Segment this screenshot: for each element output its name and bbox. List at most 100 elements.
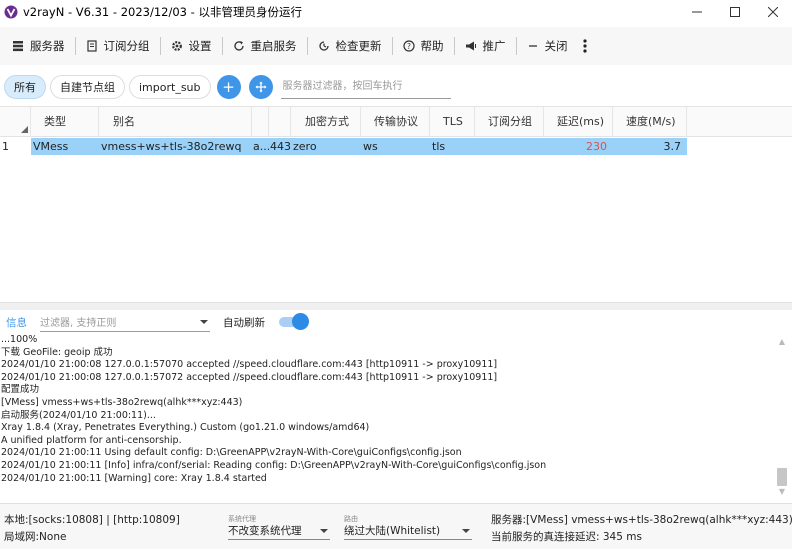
column-header-port[interactable] bbox=[269, 107, 291, 137]
toolbar-divider bbox=[74, 37, 76, 55]
gear-icon bbox=[171, 41, 182, 51]
sysproxy-select[interactable]: 不改变系统代理 bbox=[228, 522, 330, 540]
cell-type[interactable]: VMess bbox=[31, 138, 99, 155]
grid-header: 类型 别名 加密方式 传输协议 TLS 订阅分组 延迟(ms) 速度(M/s) bbox=[0, 107, 792, 137]
chevron-down-icon bbox=[462, 528, 470, 533]
column-header-address[interactable] bbox=[252, 107, 269, 137]
cell-speed[interactable]: 3.7 bbox=[613, 138, 687, 155]
toolbar-divider bbox=[391, 37, 393, 55]
log-line: A unified platform for anti-censorship. bbox=[1, 434, 182, 446]
minimize-icon bbox=[692, 11, 702, 13]
main-toolbar: 服务器 订阅分组 设置 重启服务 检查更新 ? 帮助 推广 关闭 bbox=[0, 27, 792, 65]
server-list-grid: 类型 别名 加密方式 传输协议 TLS 订阅分组 延迟(ms) 速度(M/s) … bbox=[0, 106, 792, 302]
log-toolbar: 信息 过滤器, 支持正则 自动刷新 bbox=[0, 310, 792, 334]
log-line: ...100% bbox=[1, 334, 38, 345]
status-bar: 本地:[socks:10808] | [http:10809] 局域网:None… bbox=[0, 503, 792, 549]
table-row[interactable]: 1 VMess vmess+ws+tls-38o2rewq a... 443 z… bbox=[0, 138, 792, 155]
row-index: 1 bbox=[2, 140, 9, 153]
group-chip-custom[interactable]: 自建节点组 bbox=[50, 75, 125, 99]
svg-text:?: ? bbox=[407, 42, 411, 51]
log-line: 2024/01/10 21:00:11 Using default config… bbox=[1, 447, 462, 459]
log-line: 启动服务(2024/01/10 21:00:11)... bbox=[1, 409, 156, 421]
close-icon bbox=[768, 7, 778, 17]
restart-service-label: 重启服务 bbox=[250, 39, 297, 53]
servers-menu-label: 服务器 bbox=[30, 39, 65, 53]
check-update-label: 检查更新 bbox=[335, 39, 382, 53]
toolbar-divider bbox=[453, 37, 455, 55]
column-header-delay[interactable]: 延迟(ms) bbox=[544, 107, 613, 137]
toggle-knob bbox=[292, 313, 309, 330]
restart-service-button[interactable]: 重启服务 bbox=[225, 31, 305, 61]
move-arrows-icon bbox=[255, 81, 267, 93]
move-group-button[interactable] bbox=[248, 75, 273, 99]
local-ports-status: 本地:[socks:10808] | [http:10809] bbox=[4, 514, 180, 526]
promote-label: 推广 bbox=[482, 39, 506, 53]
grid-corner[interactable] bbox=[0, 107, 31, 137]
more-options-button[interactable] bbox=[576, 31, 594, 61]
current-server-status: 服务器:[VMess] vmess+ws+tls-38o2rewq(alhk**… bbox=[491, 514, 792, 526]
chevron-down-icon bbox=[200, 319, 208, 324]
settings-menu-label: 设置 bbox=[188, 39, 212, 53]
cell-delay[interactable]: 230 bbox=[544, 138, 613, 155]
cell-subscription[interactable] bbox=[475, 138, 544, 155]
group-filter-bar: 所有 自建节点组 import_sub + bbox=[0, 70, 792, 104]
more-vertical-icon bbox=[582, 39, 587, 53]
select-all-triangle-icon bbox=[21, 126, 28, 133]
group-chip-all[interactable]: 所有 bbox=[4, 75, 46, 99]
server-stack-icon bbox=[13, 41, 23, 52]
log-line: 2024/01/10 21:00:08 127.0.0.1:57072 acce… bbox=[1, 371, 498, 383]
update-icon bbox=[318, 41, 329, 51]
log-scrollbar[interactable]: ▲ ▼ bbox=[775, 334, 789, 500]
check-update-button[interactable]: 检查更新 bbox=[310, 31, 390, 61]
column-header-subscription[interactable]: 订阅分组 bbox=[475, 107, 544, 137]
title-bar: v2rayN - V6.31 - 2023/12/03 - 以非管理员身份运行 bbox=[0, 0, 792, 24]
column-header-type[interactable]: 类型 bbox=[31, 107, 99, 137]
help-button[interactable]: ? 帮助 bbox=[395, 31, 452, 61]
close-window-button[interactable] bbox=[754, 0, 792, 24]
column-header-network[interactable]: 传输协议 bbox=[361, 107, 430, 137]
route-select[interactable]: 绕过大陆(Whitelist) bbox=[344, 522, 472, 540]
settings-menu-button[interactable]: 设置 bbox=[163, 31, 220, 61]
toolbar-divider bbox=[159, 37, 161, 55]
panel-splitter[interactable] bbox=[0, 302, 792, 310]
group-chip-import-sub[interactable]: import_sub bbox=[129, 75, 211, 99]
cell-alias[interactable]: vmess+ws+tls-38o2rewq bbox=[99, 138, 252, 155]
cell-port[interactable]: 443 bbox=[269, 138, 291, 155]
scrollbar-thumb[interactable] bbox=[777, 468, 787, 486]
cell-security[interactable]: zero bbox=[291, 138, 361, 155]
toolbar-divider bbox=[515, 37, 517, 55]
scroll-down-arrow-icon[interactable]: ▼ bbox=[777, 487, 787, 497]
minimize-button[interactable] bbox=[678, 0, 716, 24]
promote-button[interactable]: 推广 bbox=[457, 31, 514, 61]
cell-address[interactable]: a... bbox=[252, 138, 269, 155]
column-header-alias[interactable]: 别名 bbox=[99, 107, 252, 137]
help-label: 帮助 bbox=[420, 39, 444, 53]
servers-menu-button[interactable]: 服务器 bbox=[4, 31, 73, 61]
log-line: 2024/01/10 21:00:11 [Warning] core: Xray… bbox=[1, 472, 267, 484]
log-line: 2024/01/10 21:00:11 [Info] infra/conf/se… bbox=[1, 459, 547, 471]
auto-refresh-toggle[interactable] bbox=[279, 313, 309, 330]
v2rayn-logo-icon bbox=[4, 5, 18, 19]
subscriptions-menu-button[interactable]: 订阅分组 bbox=[78, 31, 158, 61]
close-app-label: 关闭 bbox=[544, 39, 568, 53]
subscriptions-menu-label: 订阅分组 bbox=[103, 39, 150, 53]
maximize-icon bbox=[730, 7, 740, 17]
close-app-button[interactable]: 关闭 bbox=[519, 31, 576, 61]
scroll-up-arrow-icon[interactable]: ▲ bbox=[777, 337, 787, 347]
toolbar-divider bbox=[221, 37, 223, 55]
toolbar-divider bbox=[306, 37, 308, 55]
log-output[interactable]: ...100% 下载 GeoFile: geoip 成功 2024/01/10 … bbox=[0, 334, 775, 500]
log-filter-combobox[interactable]: 过滤器, 支持正则 bbox=[40, 312, 210, 332]
log-line: Xray 1.8.4 (Xray, Penetrates Everything.… bbox=[1, 422, 370, 434]
column-header-tls[interactable]: TLS bbox=[430, 107, 475, 137]
column-header-security[interactable]: 加密方式 bbox=[291, 107, 361, 137]
add-group-button[interactable]: + bbox=[216, 75, 241, 99]
cell-network[interactable]: ws bbox=[361, 138, 430, 155]
server-filter-input[interactable] bbox=[280, 75, 451, 99]
maximize-button[interactable] bbox=[716, 0, 754, 24]
sysproxy-value: 不改变系统代理 bbox=[228, 525, 302, 537]
cell-tls[interactable]: tls bbox=[430, 138, 475, 155]
megaphone-icon bbox=[465, 41, 476, 51]
log-tab-info[interactable]: 信息 bbox=[6, 315, 36, 330]
column-header-speed[interactable]: 速度(M/s) bbox=[613, 107, 687, 137]
